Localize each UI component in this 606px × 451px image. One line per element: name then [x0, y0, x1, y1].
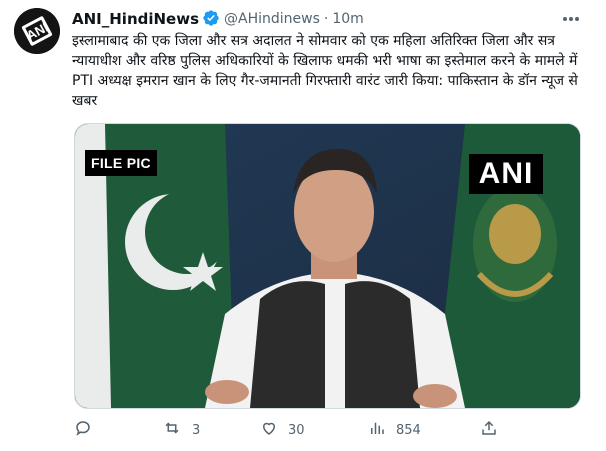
views-chart-icon	[368, 419, 386, 441]
tweet-media[interactable]: FILE PIC ANI	[74, 123, 581, 409]
more-dots-icon[interactable]	[560, 10, 582, 28]
views-button[interactable]: 854	[368, 418, 421, 442]
share-icon	[480, 419, 498, 441]
share-button[interactable]	[480, 418, 498, 442]
verified-badge-icon	[202, 9, 220, 31]
tweet-header: ANI_HindiNews @AHindinews · 10m	[72, 8, 364, 30]
ani-watermark: ANI	[469, 154, 543, 194]
reply-icon	[74, 419, 92, 441]
avatar[interactable]: ANI	[14, 8, 60, 54]
like-button[interactable]: 30	[260, 418, 305, 442]
tweet-actions: 3 30 854	[74, 418, 514, 442]
tweet-card[interactable]: ANI ANI_HindiNews @AHindinews · 10m इस्ल…	[0, 0, 606, 451]
retweet-button[interactable]: 3	[162, 418, 200, 442]
like-count: 30	[288, 422, 305, 438]
views-count: 854	[396, 422, 421, 438]
separator: ·	[323, 11, 329, 27]
timestamp[interactable]: 10m	[332, 11, 363, 27]
retweet-count: 3	[192, 422, 201, 438]
tweet-text: इस्लामाबाद की एक जिला और सत्र अदालत ने स…	[72, 33, 578, 109]
retweet-icon	[162, 419, 182, 441]
handle[interactable]: @AHindinews	[224, 11, 320, 27]
ani-logo-icon: ANI	[14, 8, 60, 54]
file-pic-label: FILE PIC	[85, 150, 157, 176]
reply-button[interactable]	[74, 418, 102, 442]
heart-icon	[260, 419, 278, 441]
display-name[interactable]: ANI_HindiNews	[72, 10, 199, 28]
